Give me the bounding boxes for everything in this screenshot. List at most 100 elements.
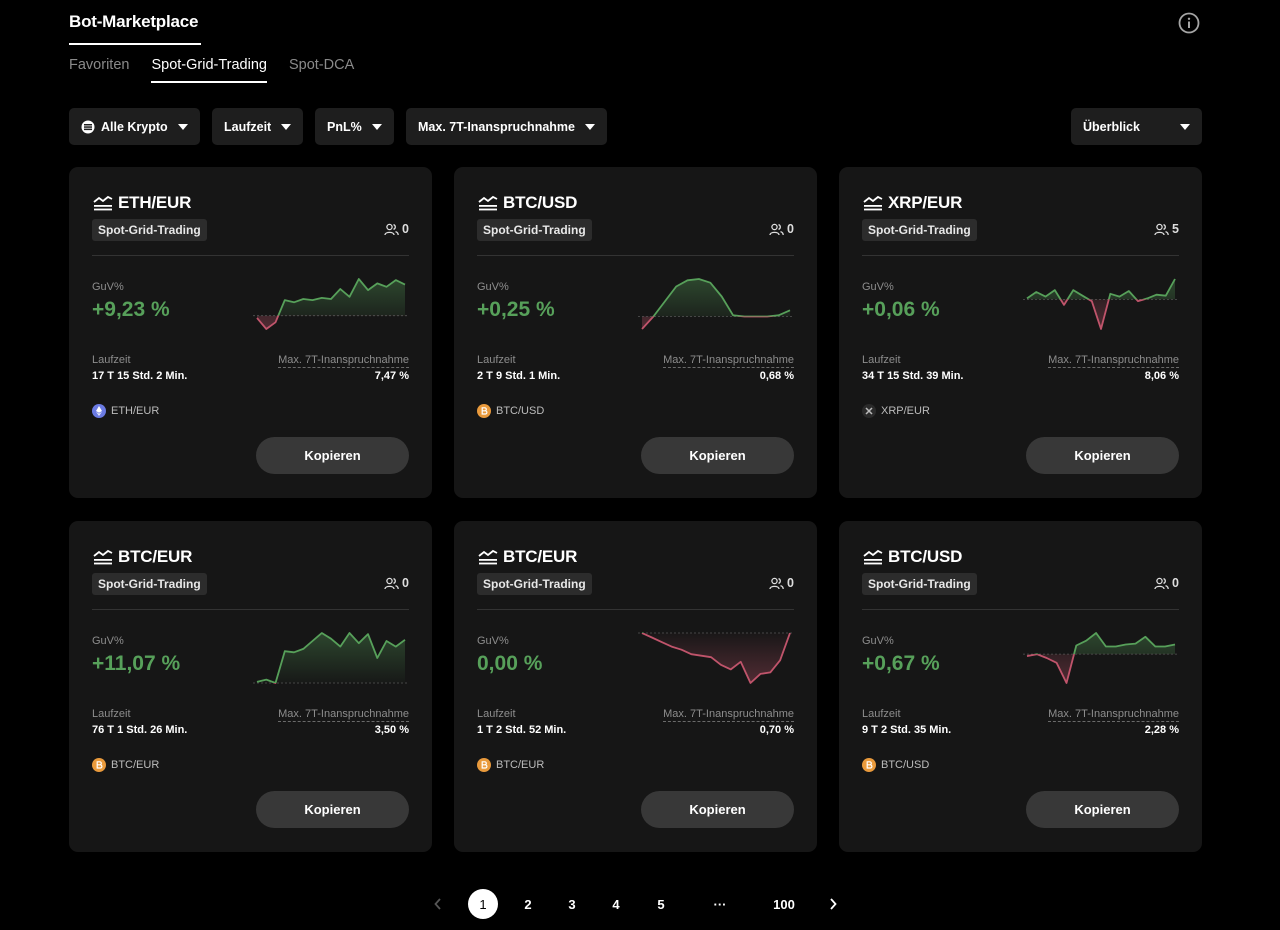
strategy-badge: Spot-Grid-Trading [92, 219, 207, 241]
guv-value: 0,00 % [477, 652, 543, 675]
page-button-1[interactable]: 1 [468, 889, 498, 919]
runtime-label: Laufzeit [862, 354, 901, 366]
users-icon [769, 223, 784, 235]
pnl-filter-dropdown[interactable]: PnL% [315, 108, 394, 145]
copy-bot-button[interactable]: Kopieren [256, 791, 409, 828]
copy-bot-button[interactable]: Kopieren [641, 791, 794, 828]
card-divider [92, 255, 409, 256]
tab-spot-dca[interactable]: Spot-DCA [289, 57, 354, 83]
users-count: 0 [384, 576, 409, 590]
bot-card[interactable]: BTC/EUR Spot-Grid-Trading 0 GuV% +11,07 … [69, 521, 432, 852]
guv-label: GuV% [92, 635, 124, 647]
drawdown-label: Max. 7T-Inanspruchnahme [663, 708, 794, 722]
tab-spot-grid-trading[interactable]: Spot-Grid-Trading [151, 57, 267, 83]
coin-pair: XRP/EUR [862, 404, 930, 418]
grid-trading-icon [863, 195, 883, 211]
drawdown-label: Max. 7T-Inanspruchnahme [278, 708, 409, 722]
grid-trading-icon [863, 549, 883, 565]
runtime-label: Laufzeit [477, 354, 516, 366]
drawdown-value: 3,50 % [374, 724, 409, 736]
coin-pair-label: ETH/EUR [111, 405, 160, 417]
runtime-value: 2 T 9 Std. 1 Min. [477, 370, 561, 382]
drawdown-filter-dropdown[interactable]: Max. 7T-Inanspruchnahme [406, 108, 607, 145]
runtime-value: 1 T 2 Std. 52 Min. [477, 724, 567, 736]
bot-card[interactable]: BTC/EUR Spot-Grid-Trading 0 GuV% 0,00 % … [454, 521, 817, 852]
runtime-label: Laufzeit [92, 354, 131, 366]
guv-label: GuV% [862, 635, 894, 647]
sparkline-area-negative [642, 633, 790, 683]
users-count-value: 0 [787, 576, 794, 590]
card-divider [92, 609, 409, 610]
grid-trading-icon [478, 195, 498, 211]
drawdown-value: 0,68 % [759, 370, 794, 382]
pair-name: BTC/USD [503, 193, 578, 212]
drawdown-label: Max. 7T-Inanspruchnahme [278, 354, 409, 368]
guv-value: +0,25 % [477, 298, 555, 321]
guv-value: +0,06 % [862, 298, 940, 321]
page-button-3[interactable]: 3 [557, 889, 587, 919]
chevron-left-icon [434, 898, 441, 910]
coin-pair: BTC/USD [477, 404, 544, 418]
strategy-badge: Spot-Grid-Trading [92, 573, 207, 595]
users-count: 0 [384, 222, 409, 236]
prev-page-button[interactable] [423, 889, 453, 919]
card-divider [477, 609, 794, 610]
runtime-value: 9 T 2 Std. 35 Min. [862, 724, 952, 736]
strategy-badge: Spot-Grid-Trading [477, 573, 592, 595]
runtime-label: Laufzeit [477, 708, 516, 720]
drawdown-label: Max. 7T-Inanspruchnahme [663, 354, 794, 368]
bot-card[interactable]: XRP/EUR Spot-Grid-Trading 5 GuV% +0,06 %… [839, 167, 1202, 498]
pnl-sparkline [1023, 278, 1179, 330]
tab-favoriten[interactable]: Favoriten [69, 57, 129, 83]
drawdown-value: 7,47 % [374, 370, 409, 382]
users-count-value: 0 [402, 576, 409, 590]
next-page-button[interactable] [818, 889, 848, 919]
users-count-value: 0 [1172, 576, 1179, 590]
runtime-label: Laufzeit [862, 708, 901, 720]
runtime-value: 34 T 15 Std. 39 Min. [862, 370, 964, 382]
copy-bot-button[interactable]: Kopieren [1026, 791, 1179, 828]
page-button-100[interactable]: 100 [764, 889, 804, 919]
chevron-right-icon [830, 898, 837, 910]
sparkline-area-positive [642, 279, 790, 317]
page-button-4[interactable]: 4 [601, 889, 631, 919]
bot-card[interactable]: BTC/USD Spot-Grid-Trading 0 GuV% +0,67 %… [839, 521, 1202, 852]
pair-name: XRP/EUR [888, 193, 963, 212]
coin-pair: ETH/EUR [92, 404, 159, 418]
pnl-sparkline [253, 278, 409, 330]
copy-bot-button[interactable]: Kopieren [256, 437, 409, 474]
sparkline-area-negative [1027, 299, 1175, 329]
drawdown-value: 2,28 % [1144, 724, 1179, 736]
runtime-filter-dropdown[interactable]: Laufzeit [212, 108, 304, 145]
pnl-sparkline [253, 632, 409, 684]
view-dropdown[interactable]: Überblick [1071, 108, 1202, 145]
drawdown-value: 8,06 % [1144, 370, 1179, 382]
card-header: XRP/EUR [863, 193, 962, 213]
guv-value: +0,67 % [862, 652, 940, 675]
card-divider [862, 609, 1179, 610]
grid-trading-icon [478, 549, 498, 565]
bot-card[interactable]: ETH/EUR Spot-Grid-Trading 0 GuV% +9,23 %… [69, 167, 432, 498]
pair-name: ETH/EUR [118, 193, 192, 212]
users-icon [384, 577, 399, 589]
grid-trading-icon [93, 195, 113, 211]
page-button-2[interactable]: 2 [513, 889, 543, 919]
bitcoin-icon [477, 758, 491, 772]
page-title: Bot-Marketplace [69, 12, 199, 31]
chevron-down-icon [281, 123, 292, 130]
guv-label: GuV% [92, 281, 124, 293]
tab-bar: Favoriten Spot-Grid-Trading Spot-DCA [69, 57, 354, 83]
users-count: 5 [1154, 222, 1179, 236]
copy-bot-button[interactable]: Kopieren [1026, 437, 1179, 474]
grid-trading-icon [93, 549, 113, 565]
coin-filter-dropdown[interactable]: Alle Krypto [69, 108, 200, 145]
page-button-5[interactable]: 5 [646, 889, 676, 919]
coin-pair-label: BTC/EUR [111, 759, 160, 771]
copy-bot-button[interactable]: Kopieren [641, 437, 794, 474]
users-count-value: 5 [1172, 222, 1179, 236]
bot-card[interactable]: BTC/USD Spot-Grid-Trading 0 GuV% +0,25 %… [454, 167, 817, 498]
info-circle-icon[interactable] [1178, 12, 1200, 34]
users-icon [384, 223, 399, 235]
users-count: 0 [769, 576, 794, 590]
page-ellipsis[interactable]: ··· [705, 889, 735, 919]
